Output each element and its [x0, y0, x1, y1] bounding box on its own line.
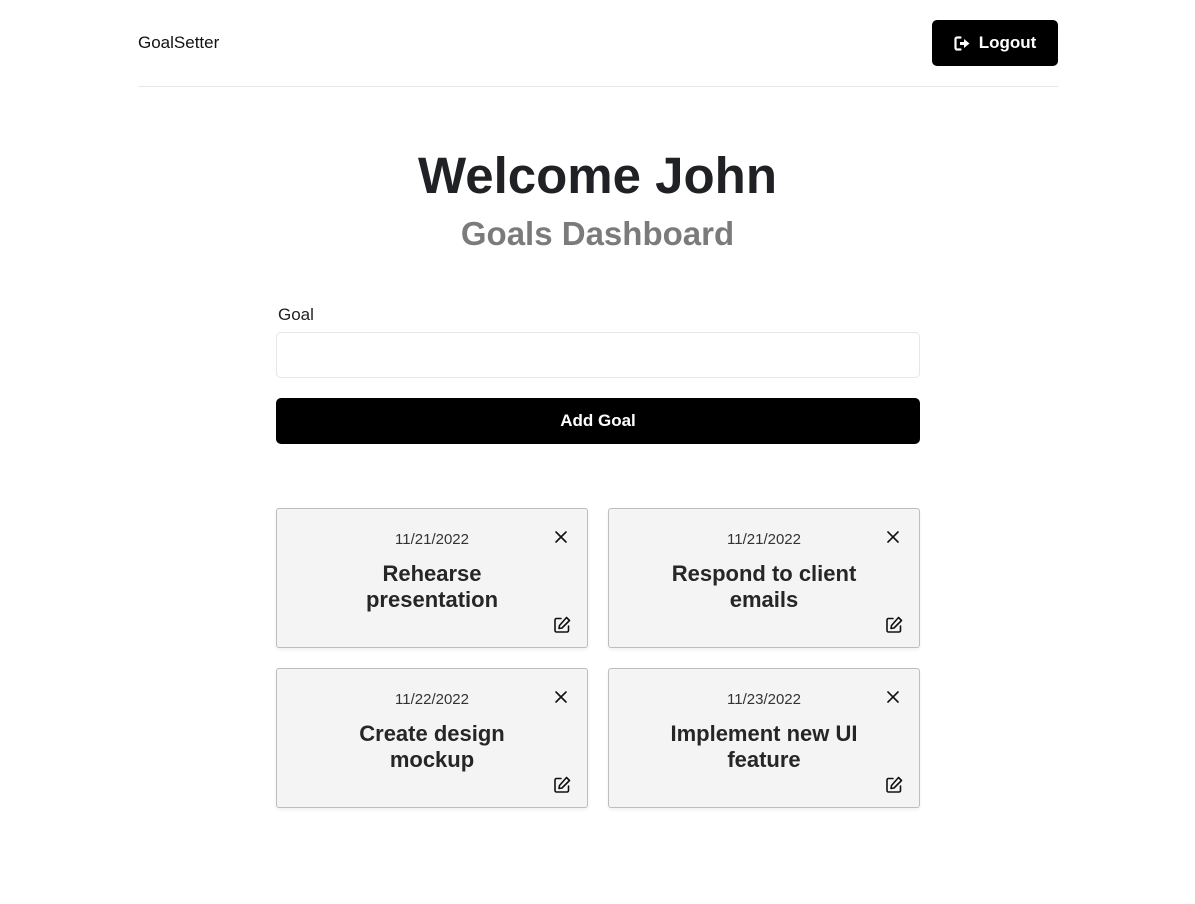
edit-goal-button[interactable] — [552, 775, 572, 795]
logout-button[interactable]: Logout — [932, 20, 1058, 66]
brand-link[interactable]: GoalSetter — [138, 33, 219, 53]
delete-goal-button[interactable] — [883, 687, 903, 707]
goal-text: Respond to client emails — [671, 561, 857, 612]
edit-icon — [884, 615, 904, 635]
edit-icon — [884, 775, 904, 795]
goal-date: 11/21/2022 — [727, 531, 801, 548]
logout-label: Logout — [978, 33, 1037, 52]
goal-text: Rehearse presentation — [365, 561, 499, 612]
delete-goal-button[interactable] — [883, 527, 903, 547]
delete-goal-button[interactable] — [551, 527, 571, 547]
edit-goal-button[interactable] — [884, 615, 904, 635]
goal-field-label: Goal — [278, 305, 314, 324]
goal-text: Implement new UI feature — [670, 721, 858, 772]
page-title: Welcome John — [418, 147, 777, 204]
goal-input[interactable] — [276, 332, 920, 378]
goal-card: 11/21/2022 Rehearse presentation — [276, 508, 588, 648]
close-icon — [551, 527, 571, 547]
close-icon — [883, 687, 903, 707]
edit-goal-button[interactable] — [884, 775, 904, 795]
sign-out-icon — [954, 35, 971, 51]
goal-date: 11/23/2022 — [727, 691, 801, 708]
close-icon — [551, 687, 571, 707]
close-icon — [883, 527, 903, 547]
goal-date: 11/21/2022 — [395, 531, 469, 548]
goal-card: 11/21/2022 Respond to client emails — [608, 508, 920, 648]
app-header: GoalSetter Logout — [138, 0, 1058, 87]
goal-date: 11/22/2022 — [395, 691, 469, 708]
add-goal-button[interactable]: Add Goal — [276, 398, 920, 444]
delete-goal-button[interactable] — [551, 687, 571, 707]
goal-card: 11/22/2022 Create design mockup — [276, 668, 588, 808]
goal-card: 11/23/2022 Implement new UI feature — [608, 668, 920, 808]
page-subtitle: Goals Dashboard — [460, 215, 735, 252]
goals-list: 11/21/2022 Rehearse presentation 11/21/2… — [276, 508, 920, 808]
edit-goal-button[interactable] — [552, 615, 572, 635]
edit-icon — [552, 615, 572, 635]
edit-icon — [552, 775, 572, 795]
goal-text: Create design mockup — [359, 721, 505, 772]
